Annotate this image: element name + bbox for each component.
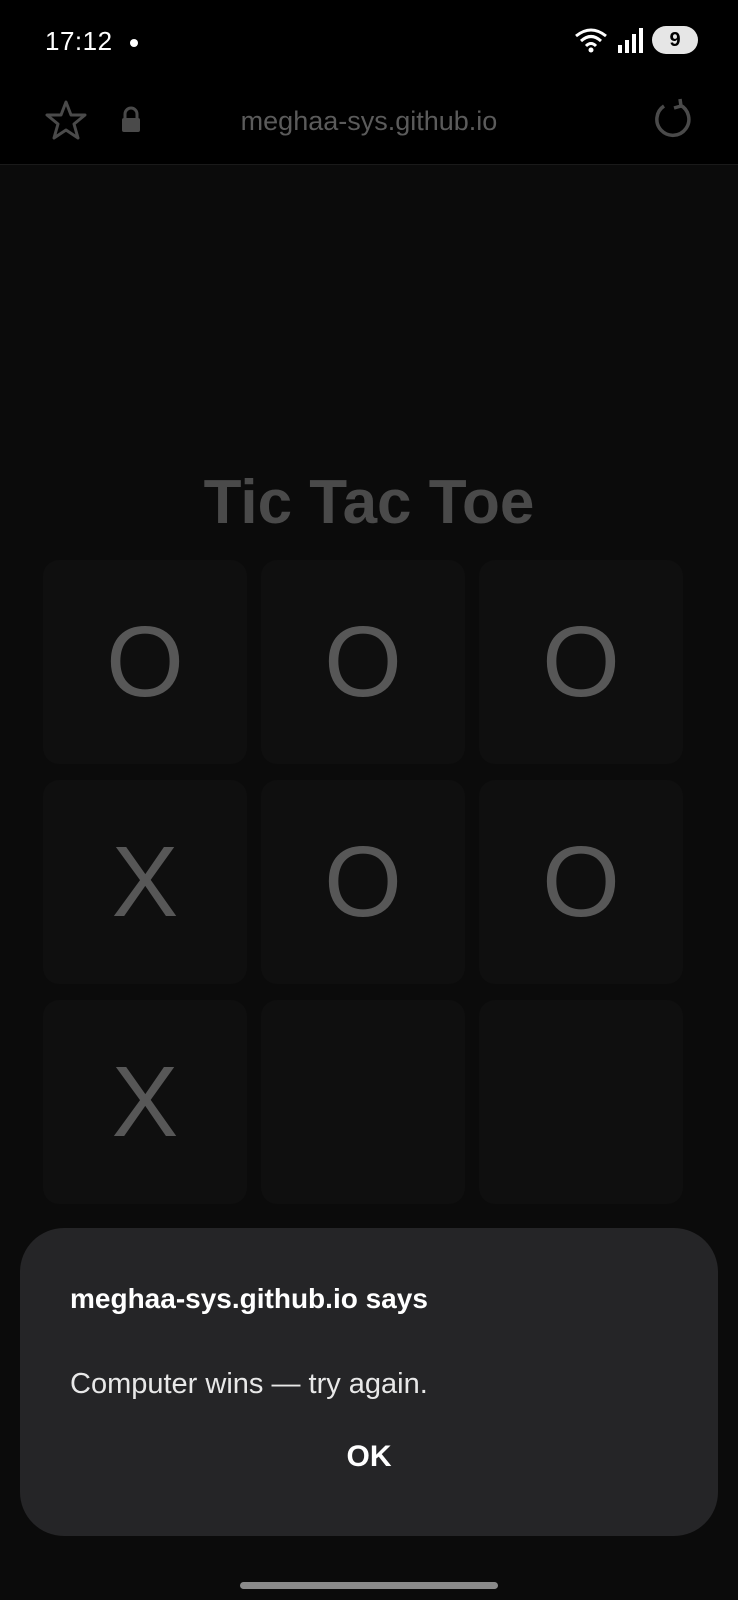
signal-icon [618,28,643,53]
ok-button[interactable]: OK [20,1440,718,1474]
dialog-message: Computer wins — try again. [70,1368,428,1400]
status-icons: 9 [574,26,698,54]
board-cell-1[interactable]: O [43,560,247,764]
board-cell-5[interactable]: O [261,780,465,984]
url-bar: meghaa-sys.github.io [0,88,738,165]
status-time: 17:12 [45,26,113,56]
board-cell-9[interactable] [479,1000,683,1204]
game-title: Tic Tac Toe [203,468,535,537]
board-cell-7[interactable]: X [43,1000,247,1204]
game-board: O O O X O O X [43,560,697,1220]
dialog-title: meghaa-sys.github.io says [70,1283,428,1314]
board-cell-8[interactable] [261,1000,465,1204]
url-text[interactable]: meghaa-sys.github.io [0,106,738,137]
reload-icon[interactable] [650,97,694,141]
screen: 17:12 9 meghaa-sys.github.io Tic Tac Toe… [0,0,738,1600]
battery-level: 9 [669,28,681,51]
board-cell-3[interactable]: O [479,560,683,764]
board-cell-2[interactable]: O [261,560,465,764]
board-cell-6[interactable]: O [479,780,683,984]
notification-dot [130,39,138,47]
battery-icon: 9 [652,26,698,54]
alert-dialog: meghaa-sys.github.io says Computer wins … [20,1228,718,1536]
home-indicator[interactable] [240,1582,498,1589]
status-bar: 17:12 9 [0,0,738,88]
board-cell-4[interactable]: X [43,780,247,984]
wifi-icon [575,28,607,53]
